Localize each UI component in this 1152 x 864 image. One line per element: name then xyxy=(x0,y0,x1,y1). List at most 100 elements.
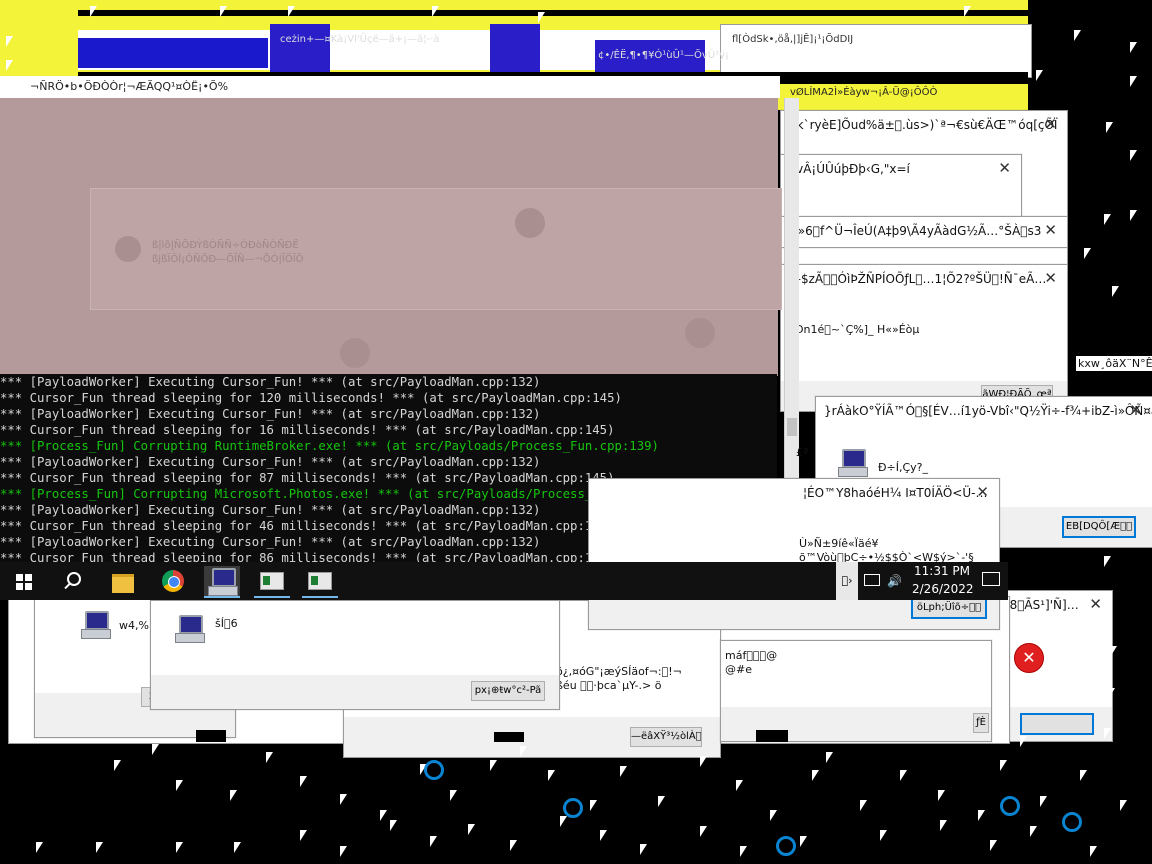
error-dialog[interactable]: ¦ÉO™Y8haóéH¼ I¤T0ÍÄÖ<Ü-… ✕ Ù»Ñ±9íê«Ïäé¥ … xyxy=(588,478,1000,630)
mouse-cursor-icon xyxy=(340,794,347,805)
ghost-icon xyxy=(115,236,141,262)
mouse-cursor-icon xyxy=(826,752,833,763)
ghost-icon xyxy=(515,208,545,238)
dialog-input[interactable]: öLph;Üîõ÷   xyxy=(911,597,987,619)
mouse-cursor-icon xyxy=(1040,320,1047,331)
glitch-bar xyxy=(0,0,80,30)
app-window-icon[interactable] xyxy=(254,566,290,598)
console-line: *** Cursor_Fun thread sleeping for 16 mi… xyxy=(0,423,615,437)
ghost-icon xyxy=(340,338,370,368)
mouse-cursor-icon xyxy=(1090,846,1097,857)
mouse-cursor-icon xyxy=(1036,236,1043,247)
mouse-cursor-icon xyxy=(1030,826,1037,837)
glitch-title-text: fl[ÒdSk•,öå,|]jÊ]¡¹¡ÕdDĲ xyxy=(732,34,854,45)
mouse-cursor-icon xyxy=(340,846,347,857)
mouse-cursor-icon xyxy=(548,770,555,781)
mouse-cursor-icon xyxy=(1074,30,1081,41)
mouse-cursor-icon xyxy=(1104,556,1111,567)
mouse-cursor-icon xyxy=(1120,800,1127,811)
mouse-cursor-icon xyxy=(380,810,387,821)
error-dialog[interactable]: —$zÃ  ÓìÞŽÑPÍOÕƒL …1¦Õ2?ºŠÜ !Ñ¯eÃ… ✕ Ðn1… xyxy=(780,264,1068,412)
mouse-cursor-icon xyxy=(1080,770,1087,781)
mouse-cursor-icon xyxy=(700,756,707,767)
mouse-cursor-icon xyxy=(1036,70,1043,81)
glitch-title-text: vØLÍMA2Ì»Éàyw¬¡Â-Ü@¡ÔÔÒ xyxy=(790,87,938,98)
dialog-message: šÍ 6 xyxy=(215,617,238,630)
mouse-cursor-icon xyxy=(300,776,307,787)
clock-date[interactable]: 2/26/2022 xyxy=(912,582,974,596)
mouse-cursor-icon xyxy=(1110,646,1117,657)
busy-cursor-icon xyxy=(1000,796,1020,816)
close-icon[interactable]: ✕ xyxy=(1044,223,1057,238)
close-icon[interactable]: ✕ xyxy=(998,161,1011,176)
mouse-cursor-icon xyxy=(940,820,947,831)
console-line: *** [PayloadWorker] Executing Cursor_Fun… xyxy=(0,407,541,421)
notification-icon[interactable] xyxy=(982,572,1000,586)
mouse-cursor-icon xyxy=(620,766,627,777)
search-icon[interactable] xyxy=(58,566,88,596)
mouse-cursor-icon xyxy=(1020,736,1027,747)
busy-cursor-icon xyxy=(1062,812,1082,832)
close-icon[interactable]: ✕ xyxy=(1129,403,1142,418)
dialog-button[interactable]: ƒÈ xyxy=(973,713,989,733)
close-icon[interactable]: ✕ xyxy=(1044,271,1057,286)
computer-app-icon[interactable] xyxy=(204,566,240,598)
mouse-cursor-icon xyxy=(430,836,437,847)
close-icon[interactable]: ✕ xyxy=(976,485,989,500)
mouse-cursor-icon xyxy=(1000,760,1007,771)
dialog-button[interactable]: px¡⊕ŧw°c²-Pã xyxy=(471,681,545,701)
app-window-icon[interactable] xyxy=(302,566,338,598)
mouse-cursor-icon xyxy=(1130,150,1137,161)
mouse-cursor-icon xyxy=(538,12,545,23)
dialog-message: õ¿,¤óG"¡æýSÍäof¬: !¬ xyxy=(556,665,682,678)
mouse-cursor-icon xyxy=(938,790,945,801)
error-dialog[interactable]: yvÂ¡ÚÛúþÐþ‹G,"x=í ✕ xyxy=(780,154,1022,218)
dialog-message: Ðn1é ~`Ç%]_ H«»Éòµ xyxy=(795,323,920,336)
glitch-title-text: kxw¸ôäX¨N°Ê xyxy=(1076,356,1152,371)
glitch-bar xyxy=(270,24,330,72)
mouse-cursor-icon xyxy=(700,826,707,837)
mouse-cursor-icon xyxy=(520,746,527,757)
dialog-title: —$zÃ  ÓìÞŽÑPÍOÕƒL …1¦Õ2?ºŠÜ !Ñ¯eÃ… xyxy=(789,272,1047,286)
error-dialog[interactable]: máf   @ @#e ƒÈ xyxy=(720,640,992,742)
windows-start-icon[interactable] xyxy=(10,566,40,596)
glitch-block xyxy=(494,732,524,742)
error-dialog[interactable]: Û»6 f^Ü¬ÎeÚ(A‡þ9\Ã4yÃàdG½Ã…°ŠÀ s3 ✕ xyxy=(780,216,1068,248)
mouse-cursor-icon xyxy=(468,824,475,835)
glitch-block xyxy=(196,730,226,742)
mouse-cursor-icon xyxy=(1130,210,1137,221)
mouse-cursor-icon xyxy=(6,60,13,71)
mouse-cursor-icon xyxy=(736,780,743,791)
chrome-icon[interactable] xyxy=(158,566,188,596)
mouse-cursor-icon xyxy=(1130,42,1137,53)
error-dialog[interactable]: šÍ 6 px¡⊕ŧw°c²-Pã xyxy=(150,600,560,710)
mouse-cursor-icon xyxy=(114,760,121,771)
corrupted-window: ß|ìô|ÑÖÐÝßÓÑÑ÷ÓÐòÑÒÑÐË ßjßÏÔÌ¡ÔÑÖÐ—ÕÏÑ—¬… xyxy=(0,98,782,376)
mouse-cursor-icon xyxy=(1104,728,1111,739)
mouse-cursor-icon xyxy=(1112,286,1119,297)
dialog-title: Û»6 f^Ü¬ÎeÚ(A‡þ9\Ã4yÃàdG½Ã…°ŠÀ s3 xyxy=(789,224,1042,238)
clock-time[interactable]: 11:31 PM xyxy=(914,564,970,578)
dialog-message: Ù»Ñ±9íê«Ïäé¥ xyxy=(799,537,879,550)
dialog-button[interactable] xyxy=(1020,713,1094,735)
glitch-title-text: ceżin+—¤Kà¡Vl'Ûçë—ä+¡—ä¦-·ä xyxy=(280,34,440,45)
tray-overflow[interactable]:  › xyxy=(836,562,858,600)
dialog-button[interactable]: —ëâXŸ³½òlÀ  xyxy=(630,727,702,747)
busy-cursor-icon xyxy=(424,760,444,780)
file-explorer-icon[interactable] xyxy=(108,566,138,596)
close-icon[interactable]: ✕ xyxy=(1089,597,1102,612)
close-icon[interactable]: ✕ xyxy=(1044,117,1057,132)
glitch-block xyxy=(756,730,788,742)
console-line: *** Cursor_Fun thread sleeping for 120 m… xyxy=(0,391,622,405)
dialog-button[interactable]: EB[DQÔ[Æ   xyxy=(1062,516,1136,538)
glitch-window-title: ¬ÑRÖ•b•ÖÐÒÒr¦¬ÆÃQQ¹¤ÒË¡•Õ% xyxy=(30,80,229,93)
mouse-cursor-icon xyxy=(1040,796,1047,807)
volume-icon[interactable]: 🔊 xyxy=(887,574,902,588)
mouse-cursor-icon xyxy=(152,744,159,755)
network-icon[interactable] xyxy=(864,574,880,586)
mouse-cursor-icon xyxy=(1106,122,1113,133)
scrollbar-thumb[interactable] xyxy=(787,418,797,436)
error-dialog[interactable]: Ë8 ÃS¹]'Ñ]… ✕ ✕ xyxy=(993,590,1113,742)
mouse-cursor-icon xyxy=(590,800,597,811)
mouse-cursor-icon xyxy=(770,810,777,821)
